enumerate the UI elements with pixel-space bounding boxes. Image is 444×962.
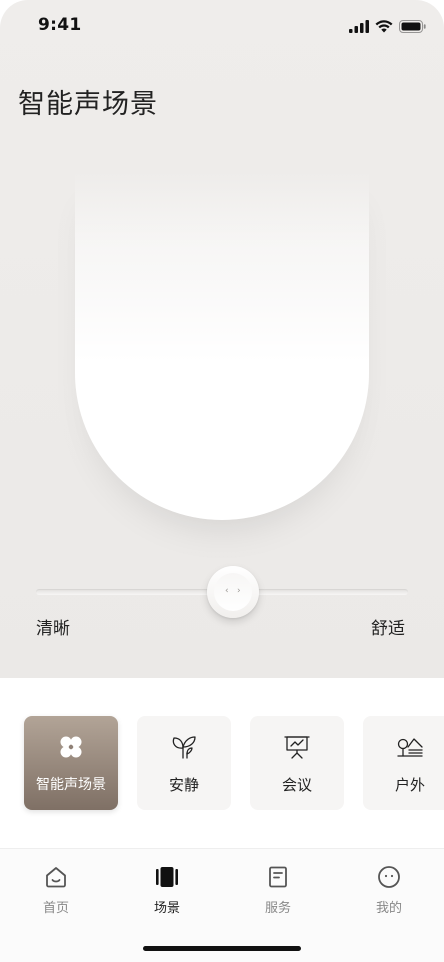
scene-label: 户外 xyxy=(394,776,425,794)
tab-label: 服务 xyxy=(264,901,291,916)
scene-label: 会议 xyxy=(281,776,312,794)
tab-service[interactable]: 服务 xyxy=(248,865,308,917)
signal-icon xyxy=(349,19,369,33)
scene-label: 安静 xyxy=(168,776,199,794)
scene-card-outdoor[interactable]: 户外 xyxy=(363,716,444,810)
tab-home[interactable]: 首页 xyxy=(26,865,86,917)
tab-label: 场景 xyxy=(153,901,180,916)
document-icon xyxy=(269,866,287,888)
status-bar: 9:41 xyxy=(0,0,444,54)
tab-profile[interactable]: 我的 xyxy=(359,865,419,917)
profile-icon xyxy=(378,866,400,888)
chevron-left-icon: ‹ xyxy=(225,586,229,596)
scene-visual-shape xyxy=(75,170,369,520)
scene-card-quiet[interactable]: 安静 xyxy=(137,716,231,810)
chevron-right-icon: › xyxy=(237,586,241,596)
scene-card-meeting[interactable]: 会议 xyxy=(250,716,344,810)
slider-label-clear: 清晰 xyxy=(36,619,70,639)
status-time: 9:41 xyxy=(38,15,82,35)
tab-scene[interactable]: 场景 xyxy=(137,865,197,917)
page-title: 智能声场景 xyxy=(18,89,158,120)
four-petal-icon xyxy=(60,736,82,758)
slider-thumb[interactable]: ‹ › xyxy=(207,566,259,618)
tab-bar: 首页 场景 服务 我的 xyxy=(0,848,444,962)
scene-visual-area: 9:41 智能声场景 ‹ › 清晰 舒适 xyxy=(0,0,444,678)
tab-label: 首页 xyxy=(42,901,69,916)
status-icons xyxy=(349,19,426,33)
battery-icon xyxy=(399,19,426,33)
scene-icon xyxy=(156,867,178,887)
sprout-icon xyxy=(172,736,196,759)
home-icon xyxy=(46,867,66,888)
wifi-icon xyxy=(375,19,393,32)
scene-label: 智能声场景 xyxy=(36,777,106,793)
tab-label: 我的 xyxy=(375,901,402,916)
slider-thumb-grip: ‹ › xyxy=(214,573,252,611)
scene-list: 智能声场景 安静 会议 户外 xyxy=(24,716,444,810)
tree-mountain-icon xyxy=(397,738,423,757)
slider-label-comfort: 舒适 xyxy=(371,619,405,639)
home-indicator[interactable] xyxy=(143,946,301,951)
presentation-board-icon xyxy=(284,736,310,759)
scene-card-smart[interactable]: 智能声场景 xyxy=(24,716,118,810)
